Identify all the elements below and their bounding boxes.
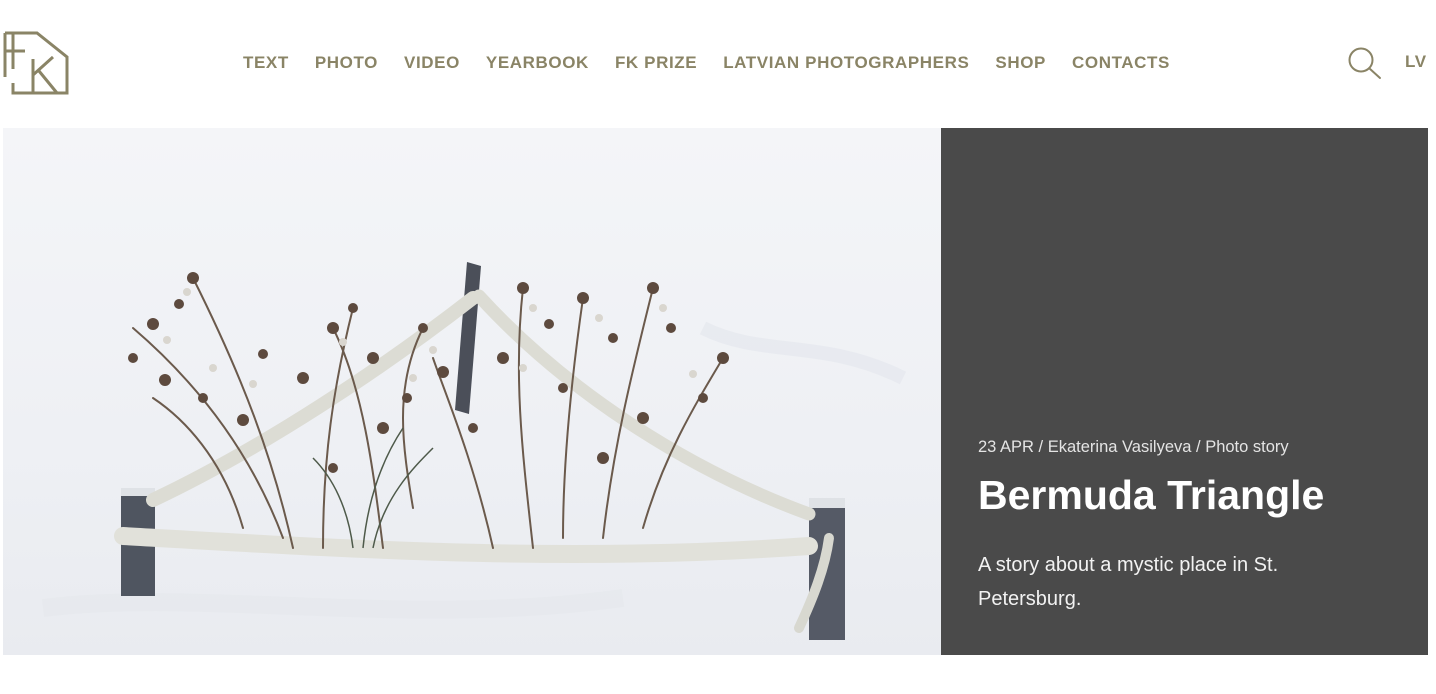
nav-fk-prize[interactable]: FK PRIZE xyxy=(615,53,697,73)
article-date: 23 APR xyxy=(978,438,1034,456)
nav-contacts[interactable]: CONTACTS xyxy=(1072,53,1170,73)
meta-separator: / xyxy=(1191,438,1206,456)
article-title[interactable]: Bermuda Triangle xyxy=(978,472,1324,519)
meta-separator: / xyxy=(1033,438,1048,456)
fk-logo-icon[interactable] xyxy=(3,31,69,97)
article-author-link[interactable]: Ekaterina Vasilyeva xyxy=(1048,438,1192,456)
language-switch[interactable]: LV xyxy=(1405,52,1427,72)
nav-yearbook[interactable]: YEARBOOK xyxy=(486,53,589,73)
article-description: A story about a mystic place in St. Pete… xyxy=(978,554,1279,610)
article-category-link[interactable]: Photo story xyxy=(1205,438,1288,456)
nav-video[interactable]: VIDEO xyxy=(404,53,460,73)
site-header: TEXT PHOTO VIDEO YEARBOOK FK PRIZE LATVI… xyxy=(0,0,1436,128)
search-icon[interactable] xyxy=(1347,46,1383,80)
nav-latvian-photographers[interactable]: LATVIAN PHOTOGRAPHERS xyxy=(723,53,969,73)
snow-plants-photo[interactable] xyxy=(3,128,941,655)
article-panel: 23 APR / Ekaterina Vasilyeva / Photo sto… xyxy=(941,128,1428,655)
nav-shop[interactable]: SHOP xyxy=(995,53,1046,73)
nav-photo[interactable]: PHOTO xyxy=(315,53,378,73)
nav-text[interactable]: TEXT xyxy=(243,53,289,73)
main-nav: TEXT PHOTO VIDEO YEARBOOK FK PRIZE LATVI… xyxy=(243,52,1170,74)
featured-article: 23 APR / Ekaterina Vasilyeva / Photo sto… xyxy=(3,128,1428,655)
article-meta: 23 APR / Ekaterina Vasilyeva / Photo sto… xyxy=(978,438,1289,457)
